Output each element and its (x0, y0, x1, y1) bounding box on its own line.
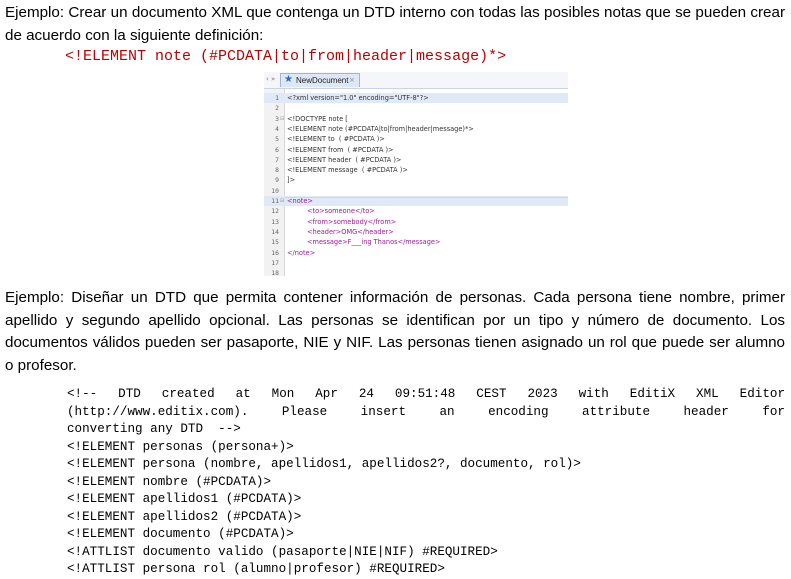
editor-line: 17 (264, 258, 568, 268)
editor-code-text: <!ELEMENT header ( #PCDATA )> (287, 155, 402, 164)
dtd-definition: <!ELEMENT note (#PCDATA|to|from|header|m… (65, 48, 507, 65)
line-number: 6 (275, 145, 279, 154)
code-line: <!ELEMENT apellidos1 (#PCDATA)> (67, 492, 302, 506)
line-number: 9 (275, 176, 279, 185)
line-number: 17 (271, 258, 279, 267)
editor-code-text: <!ELEMENT from ( #PCDATA )> (287, 145, 394, 154)
example-paragraph: Ejemplo: Diseñar un DTD que permita cont… (5, 289, 785, 374)
editor-code-text: <header>OMG</header> (307, 227, 394, 236)
document-star-icon: ★ (284, 74, 293, 85)
line-number: 7 (275, 155, 279, 164)
tab-scroll-arrows-icon: ‹ » (266, 75, 276, 83)
editor-line: 8 <!ELEMENT message ( #PCDATA )> (264, 165, 568, 175)
code-line: <!ATTLIST documento valido (pasaporte|NI… (67, 544, 498, 559)
editor-tab-bar: ‹ » ★ NewDocument × (264, 72, 568, 89)
editor-line: 6 <!ELEMENT from ( #PCDATA )> (264, 145, 568, 155)
editor-line: 13 <from>somebody</from> (264, 217, 568, 227)
editor-code-text: <!ELEMENT to ( #PCDATA )> (287, 135, 385, 144)
editor-line: 9 ]> (264, 175, 568, 185)
code-line: <!ATTLIST persona rol (alumno|profesor) … (67, 562, 445, 576)
line-number: 15 (271, 238, 279, 247)
editor-code-text: <message>F___ing Thanos</message> (307, 238, 441, 247)
line-number: 5 (275, 135, 279, 144)
line-number: 4 (275, 124, 279, 133)
code-comment-line: converting any DTD --> (67, 422, 241, 436)
editor-code-text: <from>somebody</from> (307, 217, 397, 226)
line-number: 13 (271, 217, 279, 226)
editor-line: 7 <!ELEMENT header ( #PCDATA )> (264, 155, 568, 165)
line-number: 8 (275, 166, 279, 175)
line-number: 10 (271, 186, 279, 195)
tab-close-icon: × (349, 76, 355, 84)
line-number: 2 (275, 104, 279, 113)
editor-line: 3 ⊟ <!DOCTYPE note [ (264, 114, 568, 124)
code-line: <!ELEMENT apellidos2 (#PCDATA)> (67, 509, 302, 524)
fold-icon[interactable]: ⊟ (280, 116, 284, 122)
editor-code-text: <!ELEMENT message ( #PCDATA )> (287, 166, 408, 175)
editor-code-text: ]> (287, 176, 296, 185)
line-number: 18 (271, 269, 279, 276)
editor-tab-label: NewDocument (296, 76, 349, 85)
fold-icon[interactable]: ⊟ (280, 198, 284, 204)
editor-code-text: </note> (287, 248, 316, 257)
code-line: <!ELEMENT personas (persona+)> (67, 439, 294, 454)
code-line: <!ELEMENT documento (#PCDATA)> (67, 527, 294, 541)
editor-line: 1 <?xml version="1.0" encoding="UTF-8"?> (264, 93, 568, 104)
line-number: 12 (271, 207, 279, 216)
code-comment-line: (http://www.editix.com). Please insert a… (67, 404, 785, 419)
intro-paragraph: Ejemplo: Crear un documento XML que cont… (5, 4, 785, 44)
line-number: 1 (275, 94, 279, 102)
editor-line: 14 <header>OMG</header> (264, 227, 568, 237)
editor-line: 12 <to>someone</to> (264, 206, 568, 216)
editor-line: 10 (264, 186, 568, 196)
editor-line: 15 <message>F___ing Thanos</message> (264, 237, 568, 247)
editor-code-text: <to>someone</to> (307, 207, 375, 216)
editor-line: 2 (264, 103, 568, 113)
code-line: <!ELEMENT persona (nombre, apellidos1, a… (67, 457, 581, 471)
xml-editor-screenshot: ‹ » ★ NewDocument × 1 <?xml version="1.0"… (264, 72, 568, 276)
dtd-code-block: <!-- DTD created at Mon Apr 24 09:51:48 … (67, 386, 785, 579)
editor-code-text: <note> (287, 197, 313, 205)
editor-line: 4 <!ELEMENT note (#PCDATA|to|from|header|… (264, 124, 568, 134)
line-number: 16 (271, 248, 279, 257)
editor-line: 5 <!ELEMENT to ( #PCDATA )> (264, 134, 568, 144)
line-number: 11 (271, 197, 279, 205)
editor-line: 18 (264, 268, 568, 276)
line-number: 14 (271, 227, 279, 236)
editor-code-text: <?xml version="1.0" encoding="UTF-8"?> (287, 94, 429, 102)
editor-divider (285, 197, 568, 198)
code-comment-line: <!-- DTD created at Mon Apr 24 09:51:48 … (67, 387, 785, 401)
editor-code-text: <!ELEMENT note (#PCDATA|to|from|header|m… (287, 124, 474, 133)
editor-code-text: <!DOCTYPE note [ (287, 114, 348, 123)
code-line: <!ELEMENT nombre (#PCDATA)> (67, 474, 272, 489)
line-number: 3 (275, 114, 279, 123)
editor-tab: ★ NewDocument × (280, 73, 360, 87)
editor-line: 16 </note> (264, 248, 568, 258)
